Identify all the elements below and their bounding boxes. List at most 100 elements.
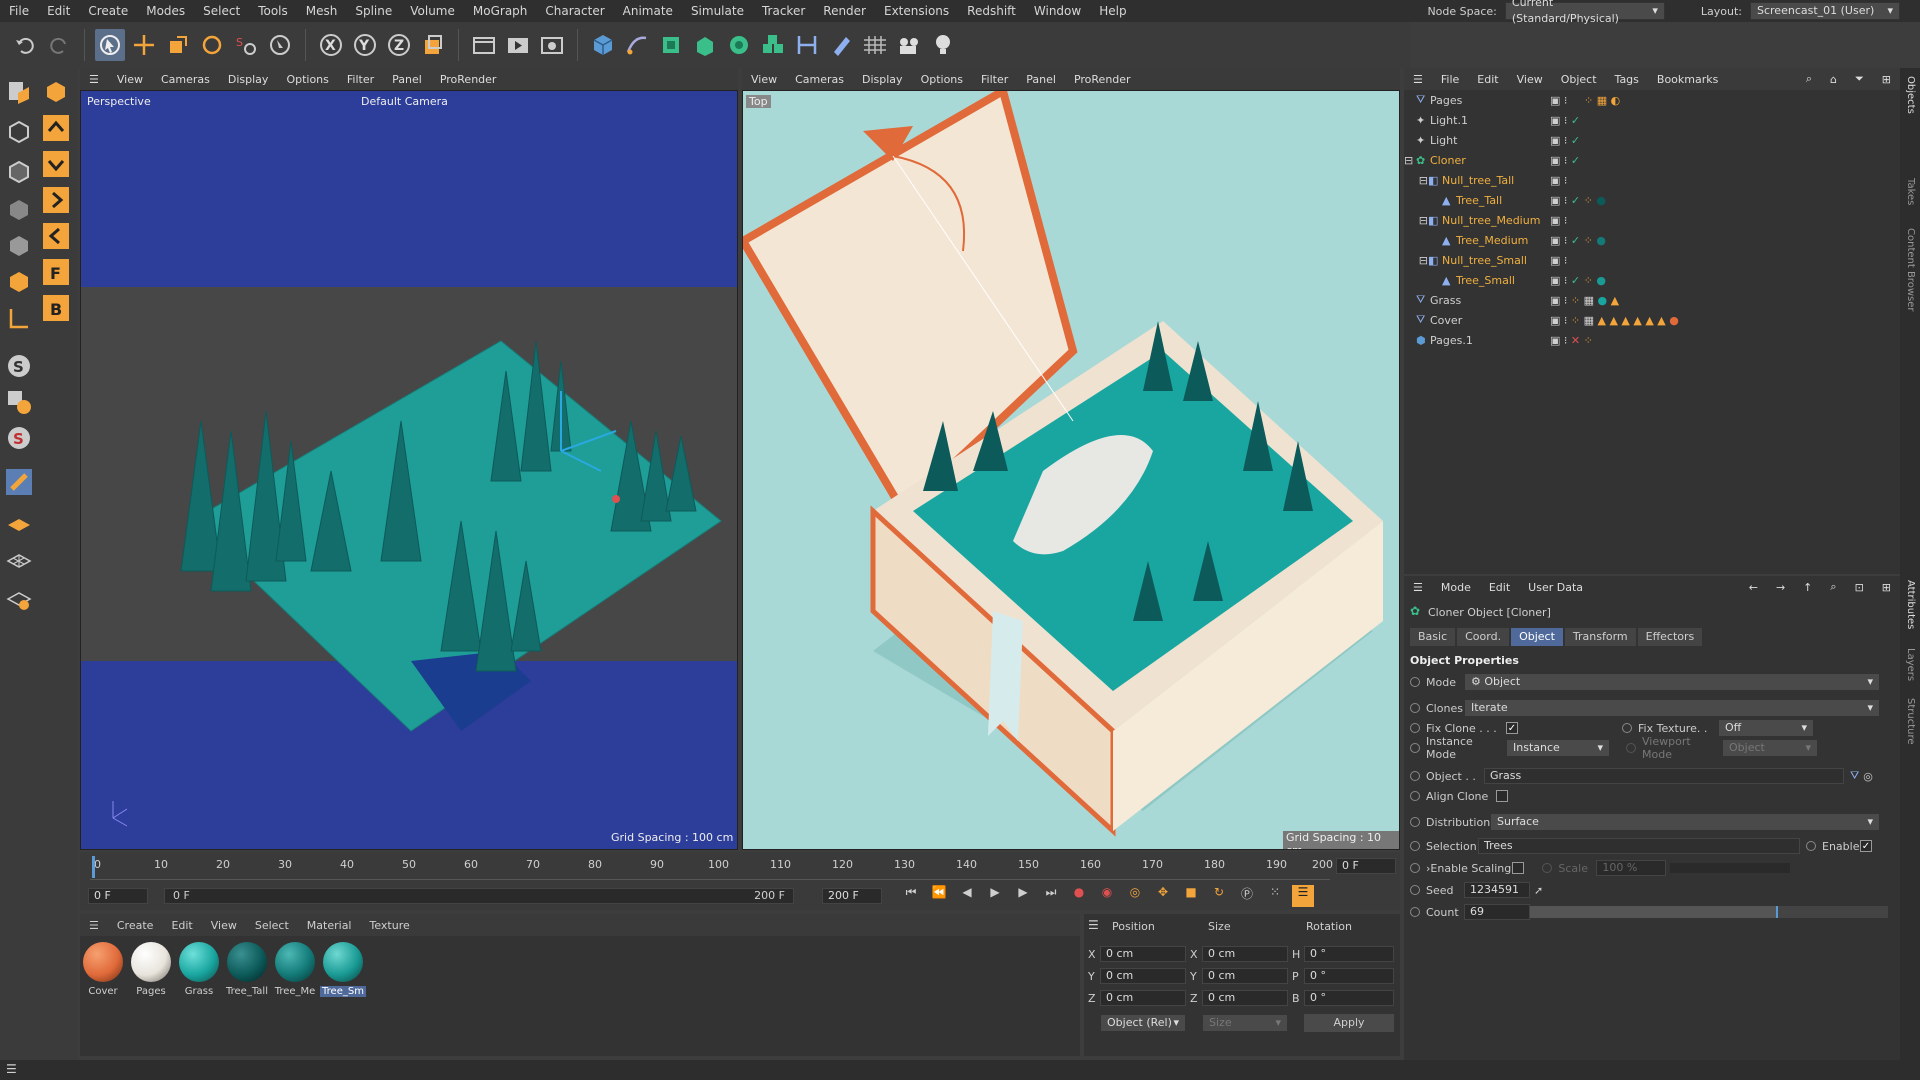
goto-start-icon[interactable]: ⏮ (900, 885, 922, 907)
snap-icon[interactable]: S (3, 350, 35, 382)
workplane-icon[interactable] (3, 508, 35, 540)
instance-mode-dropdown[interactable]: Instance ▾ (1506, 739, 1610, 757)
fix-clone-checkbox[interactable]: ✓ (1506, 722, 1518, 734)
live-select-icon[interactable] (265, 29, 295, 61)
floor-icon[interactable] (860, 29, 890, 61)
position-key-icon[interactable]: ✥ (1152, 885, 1174, 907)
camera-label[interactable]: Default Camera (361, 95, 448, 108)
align-clone-checkbox[interactable] (1496, 790, 1508, 802)
menu-extensions[interactable]: Extensions (875, 0, 958, 22)
animate-dot-icon[interactable] (1622, 723, 1632, 733)
enable-checkbox[interactable]: ✓ (1860, 840, 1872, 852)
hamburger-icon[interactable]: ☰ (1404, 581, 1432, 594)
animate-dot-icon[interactable] (1806, 841, 1816, 851)
visibility-icon[interactable]: ▣ ⁝ ✓ ⁘ ● (1550, 194, 1606, 207)
material-swatch-selected[interactable]: Tree_Sm (320, 942, 366, 1006)
visibility-icon[interactable]: ▣ ⁝ (1550, 214, 1567, 227)
menu-file[interactable]: File (0, 0, 38, 22)
tab-content-browser[interactable]: Content Browser (1904, 228, 1916, 328)
vp-menu-view[interactable]: View (742, 73, 786, 86)
mat-menu-select[interactable]: Select (246, 919, 298, 932)
model-mode-icon[interactable] (3, 266, 35, 298)
object-mode-icon[interactable] (40, 76, 72, 108)
rotation-p-field[interactable]: 0 ° (1304, 968, 1394, 984)
redo-icon[interactable] (44, 29, 74, 61)
tab-takes[interactable]: Takes (1904, 178, 1916, 218)
arrow-up-icon[interactable] (40, 112, 72, 144)
magnet-icon[interactable] (3, 466, 35, 498)
material-swatch[interactable]: Cover (80, 942, 126, 1006)
next-frame-icon[interactable]: ▶ (1012, 885, 1034, 907)
f-key-icon[interactable]: F (40, 256, 72, 288)
menu-render[interactable]: Render (814, 0, 875, 22)
object-row[interactable]: ▲ Tree_Medium ▣ ⁝ ✓ ⁘ ● (1404, 230, 1900, 250)
menu-create[interactable]: Create (79, 0, 137, 22)
vp-menu-cameras[interactable]: Cameras (786, 73, 853, 86)
filter-icon[interactable]: ⏷ (1846, 72, 1873, 86)
animate-dot-icon[interactable] (1410, 791, 1420, 801)
obj-menu-edit[interactable]: Edit (1468, 73, 1507, 86)
animate-dot-icon[interactable] (1410, 907, 1420, 917)
menu-modes[interactable]: Modes (137, 0, 194, 22)
mat-menu-material[interactable]: Material (298, 919, 361, 932)
tab-transform[interactable]: Transform (1564, 628, 1636, 646)
keyframe-selection-icon[interactable]: ◎ (1124, 885, 1146, 907)
render-view-icon[interactable] (503, 29, 533, 61)
attr-menu-mode[interactable]: Mode (1432, 581, 1480, 594)
search-icon[interactable]: ⌕ (1821, 580, 1845, 594)
object-row[interactable]: ⛛ Grass ▣ ⁝ ⁘ ▦ ● ▲ (1404, 290, 1900, 310)
viewport-mode-dropdown[interactable]: Object ▾ (1722, 739, 1818, 757)
start-frame-field[interactable]: 0 F (88, 888, 148, 904)
uv-mode-icon[interactable] (3, 230, 35, 262)
scale-slider[interactable] (1670, 863, 1791, 873)
scale-field[interactable]: 100 % (1596, 860, 1667, 876)
prev-frame-icon[interactable]: ◀ (956, 885, 978, 907)
material-swatch[interactable]: Pages (128, 942, 174, 1006)
visibility-icon[interactable]: ▣ ⁝ ✓ (1550, 134, 1580, 147)
arrow-down-icon[interactable] (40, 148, 72, 180)
mat-menu-view[interactable]: View (202, 919, 246, 932)
menu-animate[interactable]: Animate (614, 0, 682, 22)
subdivision-icon[interactable] (656, 29, 686, 61)
visibility-icon[interactable]: ▣ ⁝ ⁘ ▦ ▲ ▲ ▲ ▲ ▲ ▲ ● (1550, 314, 1679, 327)
object-row[interactable]: ⊟ ◧ Null_tree_Tall ▣ ⁝ (1404, 170, 1900, 190)
size-x-field[interactable]: 0 cm (1202, 946, 1288, 962)
tab-layers[interactable]: Layers (1904, 648, 1916, 688)
selection-field[interactable]: Trees (1478, 838, 1800, 854)
rotation-h-field[interactable]: 0 ° (1304, 946, 1394, 962)
obj-menu-object[interactable]: Object (1552, 73, 1606, 86)
hamburger-icon[interactable]: ☰ (80, 73, 108, 86)
axis-icon[interactable] (3, 302, 35, 334)
snap-settings-icon[interactable] (3, 386, 35, 418)
tag-icon[interactable]: ⁘ ▦ ◐ (1584, 94, 1620, 107)
size-mode-dropdown[interactable]: Size ▾ (1202, 1014, 1288, 1032)
position-z-field[interactable]: 0 cm (1100, 990, 1186, 1006)
arrow-left-icon[interactable] (40, 220, 72, 252)
visibility-icon[interactable]: ▣ ⁝ ✕ ⁘ (1550, 334, 1593, 347)
material-swatch[interactable]: Tree_Tall (224, 942, 270, 1006)
hamburger-icon[interactable]: ☰ (80, 919, 108, 932)
pla-key-icon[interactable]: ⁙ (1264, 885, 1286, 907)
menu-window[interactable]: Window (1025, 0, 1090, 22)
obj-menu-view[interactable]: View (1508, 73, 1552, 86)
menu-spline[interactable]: Spline (346, 0, 401, 22)
mat-menu-texture[interactable]: Texture (360, 919, 418, 932)
object-row[interactable]: ⊟ ✿ Cloner ▣ ⁝ ✓ (1404, 150, 1900, 170)
vp-menu-filter[interactable]: Filter (972, 73, 1017, 86)
vp-menu-filter[interactable]: Filter (338, 73, 383, 86)
rotation-key-icon[interactable]: ↻ (1208, 885, 1230, 907)
extrude-icon[interactable] (690, 29, 720, 61)
vp-menu-cameras[interactable]: Cameras (152, 73, 219, 86)
visibility-icon[interactable]: ▣ ⁝ ✓ (1550, 114, 1580, 127)
visibility-icon[interactable]: ▣ ⁝ ⁘ ▦ ● ▲ (1550, 294, 1619, 307)
material-swatch[interactable]: Tree_Me (272, 942, 318, 1006)
hamburger-icon[interactable]: ☰ (6, 1062, 17, 1076)
pen-icon[interactable] (622, 29, 652, 61)
rotation-b-field[interactable]: 0 ° (1304, 990, 1394, 1006)
object-row[interactable]: ▲ Tree_Tall ▣ ⁝ ✓ ⁘ ● (1404, 190, 1900, 210)
count-field[interactable]: 69 (1464, 904, 1530, 920)
render-region-icon[interactable] (469, 29, 499, 61)
tab-object[interactable]: Object (1511, 628, 1563, 646)
render-settings-icon[interactable] (537, 29, 567, 61)
current-frame-field[interactable]: 0 F (1336, 858, 1396, 874)
